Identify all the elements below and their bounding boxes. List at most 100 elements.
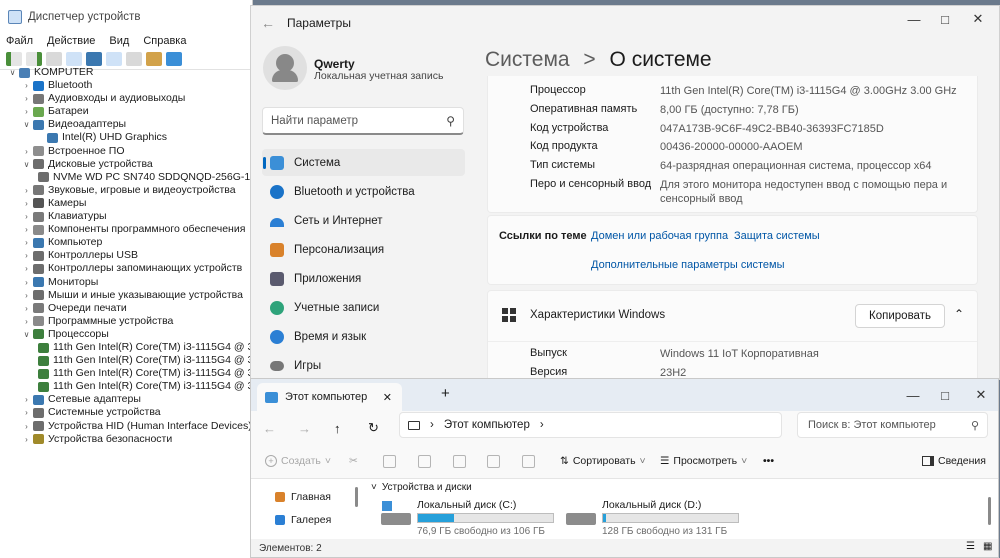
close-tab-icon[interactable]: ✕ [383, 391, 392, 404]
chevron-right-icon[interactable]: › [22, 236, 31, 249]
back-arrow-icon[interactable]: ← [261, 15, 281, 31]
tree-node[interactable]: › Звуковые, игровые и видеоустройства [0, 184, 252, 197]
content-scrollbar[interactable] [988, 497, 991, 525]
tree-node[interactable]: 11th Gen Intel(R) Core(TM) i3-1115G4 @ 3… [0, 341, 252, 354]
chevron-right-icon[interactable]: › [22, 433, 31, 446]
forward-arrow-icon[interactable] [26, 52, 42, 66]
tree-node[interactable]: › Камеры [0, 197, 252, 210]
tree-node[interactable]: › Батареи [0, 105, 252, 118]
chevron-right-icon[interactable]: › [22, 420, 31, 433]
tree-node[interactable]: › Мыши и иные указывающие устройства [0, 289, 252, 302]
device-tree[interactable]: ∨ KOMPUTER › Bluetooth › Аудиовходы и аудиовы… [0, 66, 252, 446]
details-view-icon[interactable]: ☰ [966, 541, 975, 552]
tree-node[interactable]: › Клавиатуры [0, 210, 252, 223]
create-button[interactable]: + Создать ˅ [265, 455, 331, 467]
chevron-right-icon[interactable]: › [22, 289, 31, 302]
tree-node[interactable]: 11th Gen Intel(R) Core(TM) i3-1115G4 @ 3… [0, 367, 252, 380]
minimize-button[interactable]: — [897, 6, 931, 32]
chevron-right-icon[interactable]: › [22, 262, 31, 275]
link-advanced-system-settings[interactable]: Дополнительные параметры системы [591, 259, 785, 271]
chevron-right-icon[interactable]: › [22, 92, 31, 105]
chevron-right-icon[interactable]: › [22, 210, 31, 223]
chevron-up-icon[interactable]: ⌃ [954, 307, 964, 321]
chevron-right-icon[interactable]: › [22, 197, 31, 210]
tree-node[interactable]: › Контроллеры USB [0, 249, 252, 262]
more-options-button[interactable]: ••• [763, 455, 774, 467]
tree-node[interactable]: › Bluetooth [0, 79, 252, 92]
chevron-right-icon[interactable]: › [22, 315, 31, 328]
nav-item-gaming[interactable]: Игры [262, 352, 465, 379]
chevron-right-icon[interactable]: › [540, 419, 544, 431]
nav-item-apps[interactable]: Приложения [262, 265, 465, 292]
avatar[interactable] [263, 46, 307, 90]
tree-node[interactable]: ∨ Процессоры [0, 328, 252, 341]
cut-button[interactable]: ✂ [349, 455, 358, 467]
tree-node[interactable]: ∨ Видеоадаптеры [0, 118, 252, 131]
up-arrow-icon[interactable]: ↑ [334, 421, 341, 436]
chevron-right-icon[interactable]: › [22, 406, 31, 419]
tree-node[interactable]: › Контроллеры запоминающих устройств [0, 262, 252, 275]
explorer-search-input[interactable]: Поиск в: Этот компьютер ⚲ [797, 412, 988, 438]
tree-node[interactable]: › Устройства HID (Human Interface Devices… [0, 420, 252, 433]
chevron-down-icon[interactable]: ∨ [22, 328, 31, 341]
minimize-button[interactable]: — [896, 382, 930, 408]
nav-item-bluetooth[interactable]: Bluetooth и устройства [262, 178, 465, 205]
chevron-right-icon[interactable]: › [22, 393, 31, 406]
address-bar[interactable]: › Этот компьютер › [399, 412, 782, 438]
forward-arrow-icon[interactable]: → [298, 421, 311, 436]
chevron-right-icon[interactable]: › [22, 249, 31, 262]
group-header[interactable]: ˅ Устройства и диски [371, 482, 472, 493]
print-icon[interactable] [126, 52, 142, 66]
nav-pane-scrollbar[interactable] [355, 487, 358, 507]
tree-node[interactable]: › Компьютер [0, 236, 252, 249]
maximize-button[interactable]: □ [928, 382, 962, 408]
tree-node[interactable]: NVMe WD PC SN740 SDDQNQD-256G-1014 [0, 171, 252, 184]
tree-node[interactable]: › Мониторы [0, 276, 252, 289]
nav-pane-gallery[interactable]: Галерея [275, 514, 331, 526]
details-pane-button[interactable]: Сведения [922, 455, 986, 467]
link-domain-workgroup[interactable]: Домен или рабочая группа [591, 230, 728, 242]
update-icon[interactable] [66, 52, 82, 66]
delete-button[interactable] [522, 455, 535, 468]
nav-item-system[interactable]: Система [262, 149, 465, 176]
sort-button[interactable]: ⇅ Сортировать ˅ [560, 455, 646, 467]
monitor-icon[interactable] [166, 52, 182, 66]
copy-button[interactable] [383, 455, 396, 468]
maximize-button[interactable]: □ [928, 6, 962, 32]
properties-icon[interactable] [46, 52, 62, 66]
help-icon[interactable] [86, 52, 102, 66]
tree-node[interactable]: › Встроенное ПО [0, 145, 252, 158]
menu-view[interactable]: Вид [109, 35, 129, 47]
new-tab-button[interactable]: + [441, 385, 450, 402]
tree-node[interactable]: 11th Gen Intel(R) Core(TM) i3-1115G4 @ 3… [0, 380, 252, 393]
copy-button[interactable]: Копировать [855, 304, 945, 328]
tree-node[interactable]: › Аудиовходы и аудиовыходы [0, 92, 252, 105]
driver-icon[interactable] [106, 52, 122, 66]
view-button[interactable]: ☰ Просмотреть ˅ [660, 455, 747, 467]
menu-action[interactable]: Действие [47, 35, 95, 47]
tree-node[interactable]: › Сетевые адаптеры [0, 393, 252, 406]
tree-node[interactable]: ∨ KOMPUTER [0, 66, 252, 79]
tree-node[interactable]: › Устройства безопасности [0, 433, 252, 446]
chevron-right-icon[interactable]: › [22, 302, 31, 315]
chevron-right-icon[interactable]: › [22, 223, 31, 236]
chevron-right-icon[interactable]: › [22, 145, 31, 158]
close-button[interactable]: ✕ [961, 6, 995, 32]
rename-button[interactable] [453, 455, 466, 468]
back-arrow-icon[interactable] [6, 52, 22, 66]
tree-node[interactable]: 11th Gen Intel(R) Core(TM) i3-1115G4 @ 3… [0, 354, 252, 367]
settings-search-input[interactable]: Найти параметр ⚲ [262, 107, 464, 135]
tree-node[interactable]: › Очереди печати [0, 302, 252, 315]
scan-hardware-icon[interactable] [146, 52, 162, 66]
close-button[interactable]: ✕ [964, 382, 998, 408]
tree-node[interactable]: ∨ Дисковые устройства [0, 158, 252, 171]
chevron-down-icon[interactable]: ∨ [8, 66, 17, 79]
chevron-right-icon[interactable]: › [22, 105, 31, 118]
tree-node[interactable]: › Программные устройства [0, 315, 252, 328]
tree-node[interactable]: › Системные устройства [0, 406, 252, 419]
tab-this-pc[interactable]: Этот компьютер ✕ [257, 383, 402, 411]
chevron-right-icon[interactable]: › [22, 79, 31, 92]
breadcrumb-parent[interactable]: Система [485, 48, 570, 71]
tree-node[interactable]: Intel(R) UHD Graphics [0, 131, 252, 144]
chevron-down-icon[interactable]: ∨ [22, 158, 31, 171]
